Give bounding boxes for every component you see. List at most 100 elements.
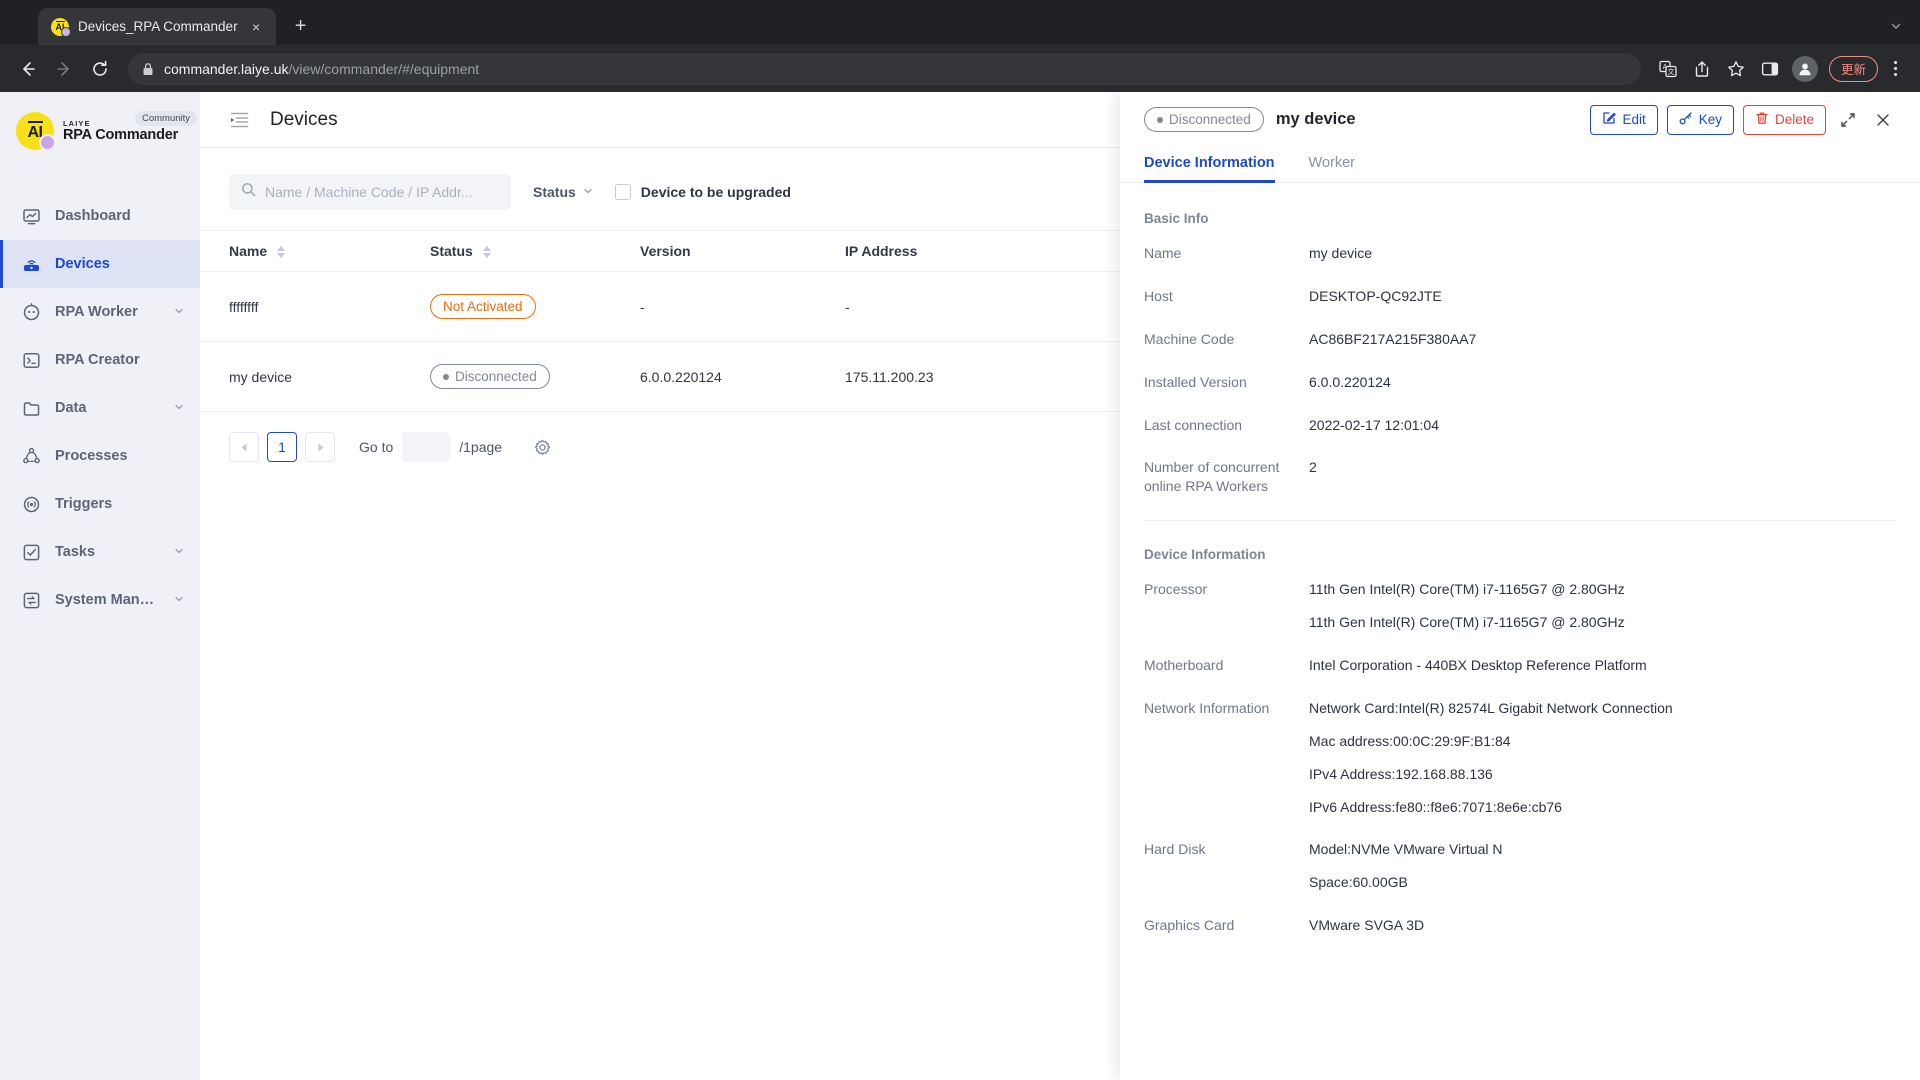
info-value-line: 11th Gen Intel(R) Core(TM) i7-1165G7 @ 2…	[1309, 614, 1625, 631]
status-filter-dropdown[interactable]: Status	[533, 184, 593, 200]
cell-status: Disconnected	[430, 341, 640, 412]
chevron-down-icon	[174, 594, 184, 606]
info-value-line: 11th Gen Intel(R) Core(TM) i7-1165G7 @ 2…	[1309, 581, 1625, 598]
column-header-status[interactable]: Status	[430, 230, 640, 272]
tab-worker[interactable]: Worker	[1309, 147, 1355, 182]
brand-product: RPA Commander	[63, 127, 179, 144]
delete-button[interactable]: Delete	[1742, 104, 1826, 135]
detail-panel-body: Basic Info Name my device Host DESKTOP-Q…	[1120, 183, 1920, 1080]
sidebar-nav: Dashboard Devices RPA Worker RPA Creator…	[0, 192, 200, 624]
status-filter-label: Status	[533, 184, 576, 200]
checkbox-task-icon	[22, 543, 41, 562]
close-icon[interactable]: ×	[247, 17, 266, 36]
sidebar-item-label: Processes	[55, 448, 128, 464]
address-bar[interactable]: commander.laiye.uk/view/commander/#/equi…	[128, 52, 1641, 85]
forward-icon[interactable]	[48, 53, 80, 85]
collapse-sidebar-icon[interactable]	[229, 109, 250, 130]
expand-diagonal-icon[interactable]	[1835, 107, 1861, 133]
side-panel-icon[interactable]	[1755, 54, 1785, 84]
info-label: Network Information	[1144, 699, 1270, 716]
basic-info-section-title: Basic Info	[1144, 211, 1209, 226]
next-page-button[interactable]	[305, 432, 335, 462]
info-value: Network Card:Intel(R) 82574L Gigabit Net…	[1309, 699, 1896, 817]
chevron-down-icon	[174, 306, 184, 318]
profile-avatar-icon[interactable]	[1791, 55, 1818, 82]
info-label: Graphics Card	[1144, 917, 1235, 934]
page-number-button[interactable]: 1	[267, 432, 297, 462]
prev-page-button[interactable]	[229, 432, 259, 462]
info-row: Name my device	[1144, 244, 1896, 263]
close-icon[interactable]	[1870, 107, 1896, 133]
kebab-menu-icon[interactable]	[1882, 54, 1908, 84]
sidebar-item-dashboard[interactable]: Dashboard	[0, 192, 200, 240]
column-header-name[interactable]: Name	[200, 230, 430, 272]
info-value: Intel Corporation - 440BX Desktop Refere…	[1309, 657, 1647, 674]
sort-toggle-icon[interactable]	[277, 246, 286, 259]
detail-panel-title: my device	[1275, 110, 1356, 128]
device-to-be-upgraded-checkbox[interactable]: Device to be upgraded	[614, 184, 791, 200]
lock-icon	[142, 62, 154, 76]
sidebar-item-processes[interactable]: Processes	[0, 432, 200, 480]
trigger-signal-icon	[22, 495, 41, 514]
gear-icon[interactable]	[534, 439, 551, 456]
info-label: Processor	[1144, 581, 1208, 598]
sidebar-item-tasks[interactable]: Tasks	[0, 528, 200, 576]
update-button[interactable]: 更新	[1828, 55, 1878, 82]
info-label: Last connection	[1144, 416, 1243, 433]
translate-icon[interactable]: A文	[1653, 54, 1683, 84]
trash-icon	[1755, 111, 1769, 128]
chevron-down-icon	[174, 546, 184, 558]
key-button[interactable]: Key	[1666, 104, 1734, 135]
detail-status-badge: Disconnected	[1144, 107, 1264, 132]
browser-tab[interactable]: AI Devices_RPA Commander ×	[38, 8, 276, 45]
back-icon[interactable]	[12, 53, 44, 85]
info-value-line: IPv4 Address:192.168.88.136	[1309, 765, 1493, 782]
info-value: 11th Gen Intel(R) Core(TM) i7-1165G7 @ 2…	[1309, 580, 1896, 632]
reload-icon[interactable]	[84, 53, 116, 85]
column-header-version: Version	[640, 230, 845, 272]
checkbox-box-icon	[614, 184, 631, 200]
info-label: Host	[1144, 287, 1173, 304]
system-transfer-icon	[22, 591, 41, 610]
sidebar-item-label: System Manag...	[55, 592, 160, 608]
sidebar-item-rpa-creator[interactable]: RPA Creator	[0, 336, 200, 384]
sidebar-item-label: Dashboard	[55, 208, 131, 224]
info-row: Hard Disk Model:NVMe VMware Virtual N Sp…	[1144, 840, 1896, 892]
sidebar-item-devices[interactable]: Devices	[0, 240, 200, 288]
url-path: /view/commander/#/equipment	[288, 60, 480, 77]
info-value: Model:NVMe VMware Virtual N Space:60.00G…	[1309, 840, 1896, 892]
cell-version: -	[640, 271, 845, 342]
sidebar-item-system-management[interactable]: System Manag...	[0, 576, 200, 624]
sidebar-item-label: Tasks	[55, 544, 96, 560]
share-icon[interactable]	[1687, 54, 1717, 84]
info-label: Name	[1144, 245, 1182, 261]
detail-panel-actions: Edit Key Delete	[1590, 104, 1896, 135]
info-value: 6.0.0.220124	[1309, 373, 1391, 390]
svg-text:文: 文	[1667, 67, 1674, 76]
search-input[interactable]	[265, 184, 499, 200]
goto-page-input[interactable]	[402, 432, 451, 462]
tab-device-information[interactable]: Device Information	[1144, 147, 1275, 183]
terminal-icon	[22, 351, 41, 370]
page-title: Devices	[270, 108, 338, 130]
bookmark-star-icon[interactable]	[1721, 54, 1751, 84]
new-tab-button[interactable]: +	[286, 11, 316, 41]
brand-logo-block[interactable]: AI LAIYE RPA Commander Community	[0, 92, 200, 151]
edit-button[interactable]: Edit	[1590, 104, 1658, 135]
sort-toggle-icon[interactable]	[482, 246, 491, 259]
info-row: Number of concurrent online RPA Workers …	[1144, 458, 1896, 496]
search-box[interactable]	[229, 174, 511, 210]
chevron-down-icon[interactable]	[1884, 14, 1908, 38]
info-value-line: Model:NVMe VMware Virtual N	[1309, 841, 1503, 858]
device-detail-panel: Disconnected my device Edit Key Delete D…	[1120, 92, 1920, 1080]
browser-tab-strip: AI Devices_RPA Commander × +	[0, 0, 1920, 45]
app-sidebar: AI LAIYE RPA Commander Community Dashboa…	[0, 92, 200, 1080]
sidebar-item-rpa-worker[interactable]: RPA Worker	[0, 288, 200, 336]
goto-page-group: Go to /1page	[359, 432, 502, 462]
sidebar-item-data[interactable]: Data	[0, 384, 200, 432]
sidebar-item-label: RPA Worker	[55, 304, 138, 320]
address-bar-url: commander.laiye.uk/view/commander/#/equi…	[164, 61, 479, 77]
page-viewport: AI LAIYE RPA Commander Community Dashboa…	[0, 92, 1920, 1080]
detail-panel-header: Disconnected my device Edit Key Delete	[1120, 92, 1920, 147]
sidebar-item-triggers[interactable]: Triggers	[0, 480, 200, 528]
